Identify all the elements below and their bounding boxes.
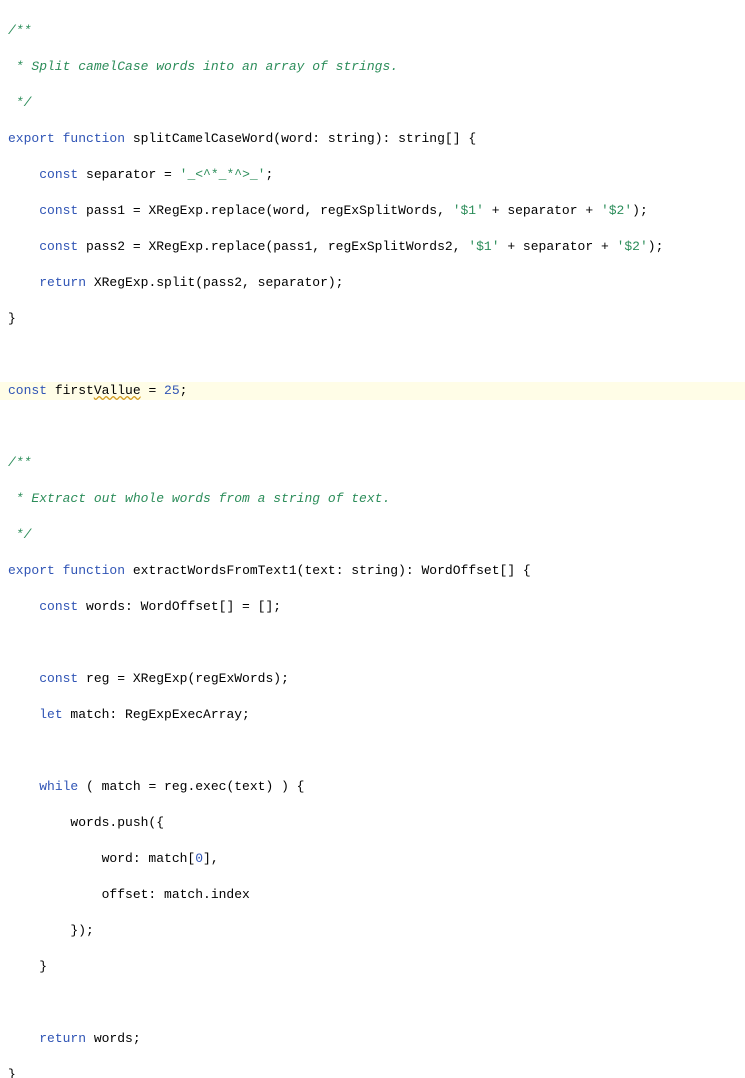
- code-line: }: [8, 958, 745, 976]
- code-line: */: [8, 94, 745, 112]
- number-literal: 25: [164, 383, 180, 398]
- keyword-const: const: [39, 239, 78, 254]
- keyword-export: export: [8, 131, 55, 146]
- keyword-const: const: [39, 167, 78, 182]
- comment: * Extract out whole words from a string …: [8, 491, 390, 506]
- comment: */: [8, 527, 31, 542]
- code-line: const pass2 = XRegExp.replace(pass1, reg…: [8, 238, 745, 256]
- code-line: word: match[0],: [8, 850, 745, 868]
- code-line: }: [8, 1066, 745, 1078]
- code-line: const reg = XRegExp(regExWords);: [8, 670, 745, 688]
- code-line: });: [8, 922, 745, 940]
- number-literal: 0: [195, 851, 203, 866]
- keyword-const: const: [8, 383, 47, 398]
- code-line: export function splitCamelCaseWord(word:…: [8, 130, 745, 148]
- code-line: offset: match.index: [8, 886, 745, 904]
- code-line: words.push({: [8, 814, 745, 832]
- code-line: [8, 418, 745, 436]
- keyword-const: const: [39, 203, 78, 218]
- comment: /**: [8, 23, 31, 38]
- keyword-return: return: [39, 275, 86, 290]
- keyword-const: const: [39, 599, 78, 614]
- code-line-highlighted: const firstVallue = 25;: [0, 382, 745, 400]
- code-line: return words;: [8, 1030, 745, 1048]
- code-line: [8, 634, 745, 652]
- keyword-const: const: [39, 671, 78, 686]
- keyword-export: export: [8, 563, 55, 578]
- string-literal: '$2': [617, 239, 648, 254]
- code-line: [8, 346, 745, 364]
- code-line: [8, 742, 745, 760]
- code-editor[interactable]: /** * Split camelCase words into an arra…: [0, 0, 745, 1078]
- code-line: * Extract out whole words from a string …: [8, 490, 745, 508]
- string-literal: '_<^*_*^>_': [180, 167, 266, 182]
- code-line: }: [8, 310, 745, 328]
- comment: /**: [8, 455, 31, 470]
- code-line: const separator = '_<^*_*^>_';: [8, 166, 745, 184]
- keyword-function: function: [63, 131, 125, 146]
- code-line: */: [8, 526, 745, 544]
- code-line: while ( match = reg.exec(text) ) {: [8, 778, 745, 796]
- code-line: * Split camelCase words into an array of…: [8, 58, 745, 76]
- string-literal: '$1': [453, 203, 484, 218]
- code-line: const pass1 = XRegExp.replace(word, regE…: [8, 202, 745, 220]
- comment: * Split camelCase words into an array of…: [8, 59, 398, 74]
- string-literal: '$2': [601, 203, 632, 218]
- keyword-while: while: [39, 779, 78, 794]
- code-line: const words: WordOffset[] = [];: [8, 598, 745, 616]
- code-line: return XRegExp.split(pass2, separator);: [8, 274, 745, 292]
- string-literal: '$1': [468, 239, 499, 254]
- keyword-let: let: [39, 707, 62, 722]
- keyword-return: return: [39, 1031, 86, 1046]
- function-signature: splitCamelCaseWord(word: string): string…: [133, 131, 476, 146]
- comment: */: [8, 95, 31, 110]
- code-line: /**: [8, 454, 745, 472]
- code-line: export function extractWordsFromText1(te…: [8, 562, 745, 580]
- code-line: let match: RegExpExecArray;: [8, 706, 745, 724]
- spell-error: Vallue: [94, 383, 141, 398]
- code-line: /**: [8, 22, 745, 40]
- function-signature: extractWordsFromText1(text: string): Wor…: [133, 563, 531, 578]
- keyword-function: function: [63, 563, 125, 578]
- code-line: [8, 994, 745, 1012]
